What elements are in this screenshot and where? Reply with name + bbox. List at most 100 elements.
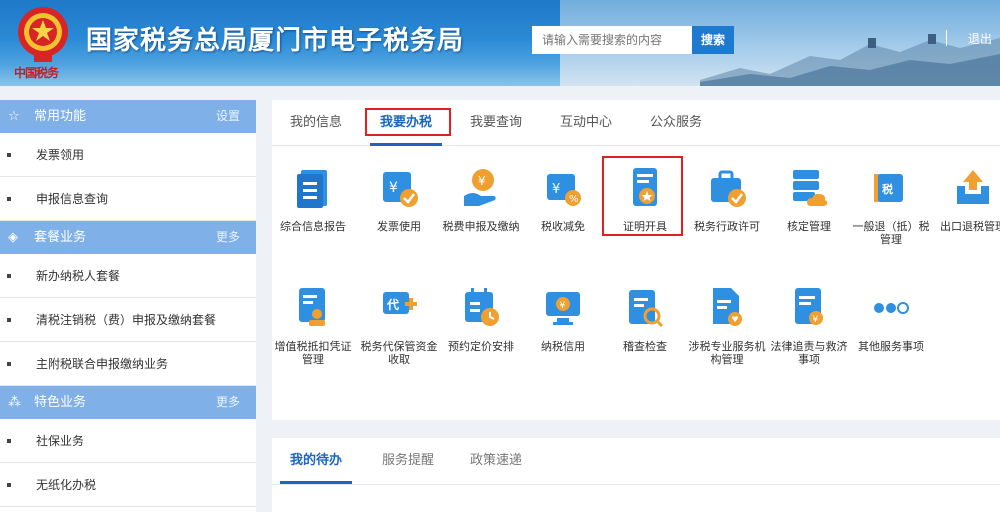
service-other-matters[interactable]: 其他服务事项 bbox=[848, 286, 934, 353]
tax-reduction-icon: ¥ % bbox=[547, 174, 581, 206]
service-label: 税务行政许可 bbox=[694, 220, 760, 233]
sidebar-section-title: 套餐业务 bbox=[34, 230, 87, 245]
service-label: 预约定价安排 bbox=[448, 340, 514, 353]
settings-link[interactable]: 设置 bbox=[216, 100, 240, 133]
sidebar-item-label: 主附税联合申报缴纳业务 bbox=[36, 357, 169, 371]
doc-heart-icon bbox=[713, 288, 742, 326]
service-invoice-use[interactable]: ¥ 发票使用 bbox=[356, 166, 442, 233]
service-professional-agencies[interactable]: 涉税专业服务机构管理 bbox=[684, 286, 770, 366]
service-tax-reduction[interactable]: ¥ % 税收减免 bbox=[520, 166, 606, 233]
service-info-report[interactable]: 综合信息报告 bbox=[270, 166, 356, 233]
tab-interaction[interactable]: 互动中心 bbox=[560, 100, 612, 146]
service-vat-deduction[interactable]: 增值税抵扣凭证管理 bbox=[270, 286, 356, 366]
sidebar-section-featured: ⁂ 特色业务 更多 bbox=[0, 386, 256, 419]
service-label: 增值税抵扣凭证管理 bbox=[274, 340, 352, 366]
bullet-icon bbox=[7, 483, 11, 487]
sidebar-item-label: 新办纳税人套餐 bbox=[36, 269, 121, 283]
svg-text:¥: ¥ bbox=[478, 174, 486, 188]
emblem-calligraphy: 中国税务 bbox=[14, 66, 59, 80]
svg-text:税: 税 bbox=[882, 182, 893, 196]
bullet-icon bbox=[7, 318, 11, 322]
service-tax-credit[interactable]: ¥ 纳税信用 bbox=[520, 286, 606, 353]
service-label: 税费申报及缴纳 bbox=[442, 220, 520, 233]
sidebar-item-joint-declaration[interactable]: 主附税联合申报缴纳业务 bbox=[0, 342, 256, 386]
monitor-coin-icon: ¥ bbox=[546, 292, 580, 325]
service-label: 证明开具 bbox=[623, 220, 667, 233]
header-divider bbox=[946, 30, 947, 46]
star-icon: ☆ bbox=[8, 109, 20, 124]
calendar-clock-icon bbox=[465, 288, 499, 326]
svg-text:¥: ¥ bbox=[389, 180, 398, 196]
service-label: 发票使用 bbox=[377, 220, 421, 233]
sidebar-item-new-taxpayer[interactable]: 新办纳税人套餐 bbox=[0, 254, 256, 298]
service-declaration-payment[interactable]: ¥ 税费申报及缴纳 bbox=[438, 166, 524, 233]
svg-text:%: % bbox=[569, 194, 579, 205]
search-input[interactable] bbox=[532, 26, 692, 54]
bullet-icon bbox=[7, 153, 11, 157]
service-assessment-management[interactable]: 核定管理 bbox=[766, 166, 852, 233]
tax-refund-icon: 税 bbox=[874, 174, 903, 202]
site-title: 国家税务总局厦门市电子税务局 bbox=[86, 25, 465, 55]
service-certificate[interactable]: 证明开具 bbox=[602, 166, 688, 233]
logout-link[interactable]: 退出 bbox=[968, 30, 992, 47]
sidebar-item-declaration-query[interactable]: 申报信息查询 bbox=[0, 177, 256, 221]
sidebar-item-invoice-claim[interactable]: 发票领用 bbox=[0, 133, 256, 177]
clipboard-search-icon bbox=[629, 290, 664, 328]
service-label: 核定管理 bbox=[787, 220, 831, 233]
service-inspection[interactable]: 稽查检查 bbox=[602, 286, 688, 353]
service-label: 税收减免 bbox=[541, 220, 585, 233]
tab-policy-express[interactable]: 政策速递 bbox=[470, 438, 522, 484]
service-administrative-license[interactable]: 税务行政许可 bbox=[684, 166, 770, 233]
tab-my-info[interactable]: 我的信息 bbox=[290, 100, 342, 146]
more-link[interactable]: 更多 bbox=[216, 386, 240, 419]
service-panel: 我的信息 我要办税 我要查询 互动中心 公众服务 综合信息报告 ¥ 发票使用 ¥… bbox=[272, 100, 1000, 420]
bullet-icon bbox=[7, 439, 11, 443]
tab-service-reminder[interactable]: 服务提醒 bbox=[382, 438, 434, 484]
service-legal-remedy[interactable]: ¥ 法律追责与救济事项 bbox=[766, 286, 852, 366]
sidebar-item-label: 无纸化办税 bbox=[36, 478, 97, 492]
more-link[interactable]: 更多 bbox=[216, 221, 240, 254]
sidebar-section-title: 特色业务 bbox=[34, 395, 87, 410]
service-pricing-arrangement[interactable]: 预约定价安排 bbox=[438, 286, 524, 353]
sidebar-item-label: 发票领用 bbox=[36, 148, 85, 162]
briefcase-check-icon bbox=[711, 170, 746, 207]
service-label: 稽查检查 bbox=[623, 340, 667, 353]
service-label: 综合信息报告 bbox=[280, 220, 346, 233]
highlight-box-tab bbox=[365, 108, 451, 136]
tab-my-todo[interactable]: 我的待办 bbox=[290, 438, 342, 484]
certificate-icon bbox=[633, 168, 657, 206]
sidebar-section-title: 常用功能 bbox=[34, 109, 87, 124]
sidebar-item-deregistration[interactable]: 清税注销税（费）申报及缴纳套餐 bbox=[0, 298, 256, 342]
svg-text:¥: ¥ bbox=[813, 315, 819, 325]
site-header: 中国税务 国家税务总局厦门市电子税务局 搜索 退出 bbox=[0, 0, 1000, 86]
invoice-check-icon: ¥ bbox=[383, 172, 418, 207]
divider bbox=[272, 484, 1000, 485]
search-button[interactable]: 搜索 bbox=[692, 26, 734, 54]
bullet-icon bbox=[7, 197, 11, 201]
sidebar-item-label: 社保业务 bbox=[36, 434, 85, 448]
more-dots-icon bbox=[874, 302, 909, 314]
sidebar-item-social-insurance[interactable]: 社保业务 bbox=[0, 419, 256, 463]
tab-public-service[interactable]: 公众服务 bbox=[650, 100, 702, 146]
service-label: 出口退税管理 bbox=[940, 220, 1000, 233]
sidebar-item-paperless[interactable]: 无纸化办税 bbox=[0, 463, 256, 507]
bullet-icon bbox=[7, 362, 11, 366]
sidebar-section-packages: ◈ 套餐业务 更多 bbox=[0, 221, 256, 254]
service-tax-refund[interactable]: 税 一般退（抵）税管理 bbox=[848, 166, 934, 246]
sidebar: ☆ 常用功能 设置 发票领用 申报信息查询 ◈ 套餐业务 更多 新办纳税人套餐 … bbox=[0, 100, 256, 512]
upload-tray-icon bbox=[957, 170, 989, 204]
sidebar-item-label: 清税注销税（费）申报及缴纳套餐 bbox=[36, 313, 217, 327]
tax-emblem-logo bbox=[18, 7, 68, 62]
bullet-icon bbox=[7, 274, 11, 278]
tab-query[interactable]: 我要查询 bbox=[470, 100, 522, 146]
sidebar-section-common: ☆ 常用功能 设置 bbox=[0, 100, 256, 133]
doc-yen-icon: ¥ bbox=[795, 288, 823, 325]
active-tab-indicator bbox=[370, 143, 442, 146]
svg-text:代: 代 bbox=[386, 297, 399, 312]
todo-panel: 我的待办 服务提醒 政策速递 bbox=[272, 438, 1000, 512]
layers-icon: ◈ bbox=[8, 230, 18, 245]
service-custody-funds[interactable]: 代 税务代保管资金收取 bbox=[356, 286, 442, 366]
doc-stamp-icon bbox=[299, 288, 325, 326]
server-cloud-icon bbox=[793, 170, 828, 206]
service-export-refund[interactable]: 出口退税管理 bbox=[930, 166, 1000, 233]
